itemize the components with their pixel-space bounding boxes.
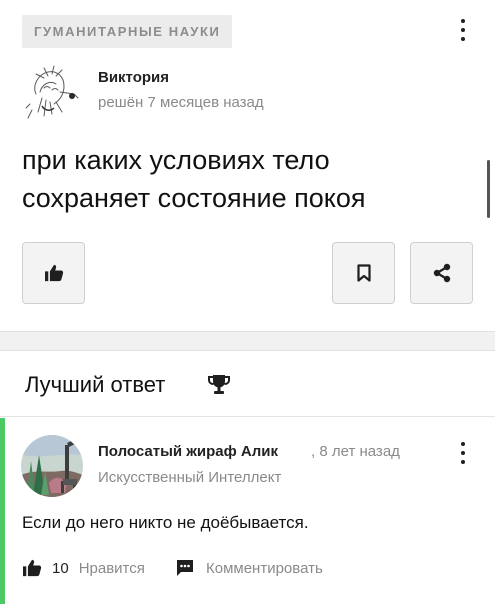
- bookmark-icon: [356, 264, 371, 282]
- best-answer-accent-bar: [0, 418, 5, 604]
- question-author-avatar[interactable]: [22, 64, 80, 122]
- thumb-up-icon: [23, 559, 42, 577]
- like-label: Нравится: [78, 559, 145, 577]
- question-card: ГУМАНИТАРНЫЕ НАУКИ Виктория решён 7 меся…: [0, 0, 495, 332]
- more-vertical-icon[interactable]: [458, 442, 468, 464]
- trophy-icon: [208, 375, 230, 394]
- bookmark-button[interactable]: [332, 242, 395, 304]
- comment-button[interactable]: Комментировать: [176, 559, 323, 577]
- share-icon: [433, 263, 450, 283]
- best-answer-title: Лучший ответ: [25, 372, 166, 397]
- answer-text: Если до него никто не доёбывается.: [22, 513, 309, 532]
- divider: [0, 416, 495, 417]
- answer-time: , 8 лет назад: [311, 443, 400, 460]
- subject-tag[interactable]: ГУМАНИТАРНЫЕ НАУКИ: [22, 15, 233, 48]
- answer-author-name[interactable]: Полосатый жираф Алик: [98, 443, 278, 460]
- question-text: при каких условиях тело сохраняет состоя…: [22, 145, 366, 213]
- like-count: 10: [52, 559, 69, 577]
- answer-author-rank: Искусственный Интеллект: [98, 469, 282, 486]
- thumb-up-icon: [44, 264, 63, 282]
- answer-author-avatar[interactable]: [21, 435, 83, 497]
- more-vertical-icon[interactable]: [458, 19, 468, 41]
- answer-like-button[interactable]: 10 Нравится: [22, 559, 145, 577]
- comment-icon: [177, 560, 193, 576]
- question-author-name[interactable]: Виктория: [98, 69, 169, 86]
- comment-label: Комментировать: [206, 559, 323, 577]
- scrollbar-thumb[interactable]: [487, 160, 490, 218]
- like-button[interactable]: [22, 242, 85, 304]
- share-button[interactable]: [410, 242, 473, 304]
- question-status: решён 7 месяцев назад: [98, 94, 264, 111]
